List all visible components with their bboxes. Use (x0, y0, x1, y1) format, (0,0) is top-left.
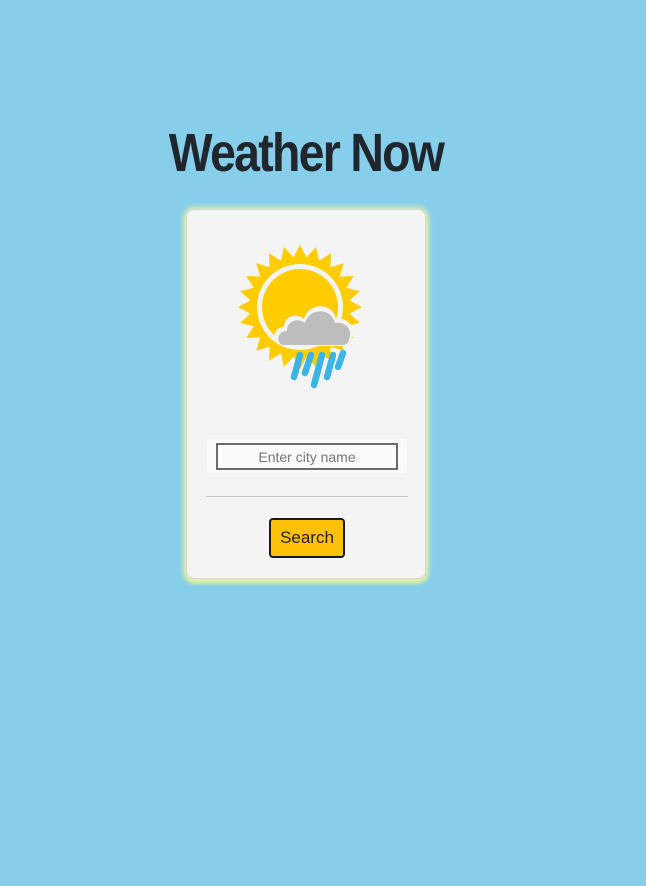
rain-icon (290, 349, 347, 389)
weather-card: Search (186, 209, 426, 579)
sun-cloud-rain-icon (238, 245, 362, 389)
page: Weather Now Sear (0, 0, 646, 886)
city-search-input[interactable] (216, 443, 398, 470)
divider (206, 496, 408, 497)
page-title: Weather Now (168, 123, 445, 183)
search-input-wrapper (207, 439, 407, 473)
search-button[interactable]: Search (269, 518, 345, 558)
